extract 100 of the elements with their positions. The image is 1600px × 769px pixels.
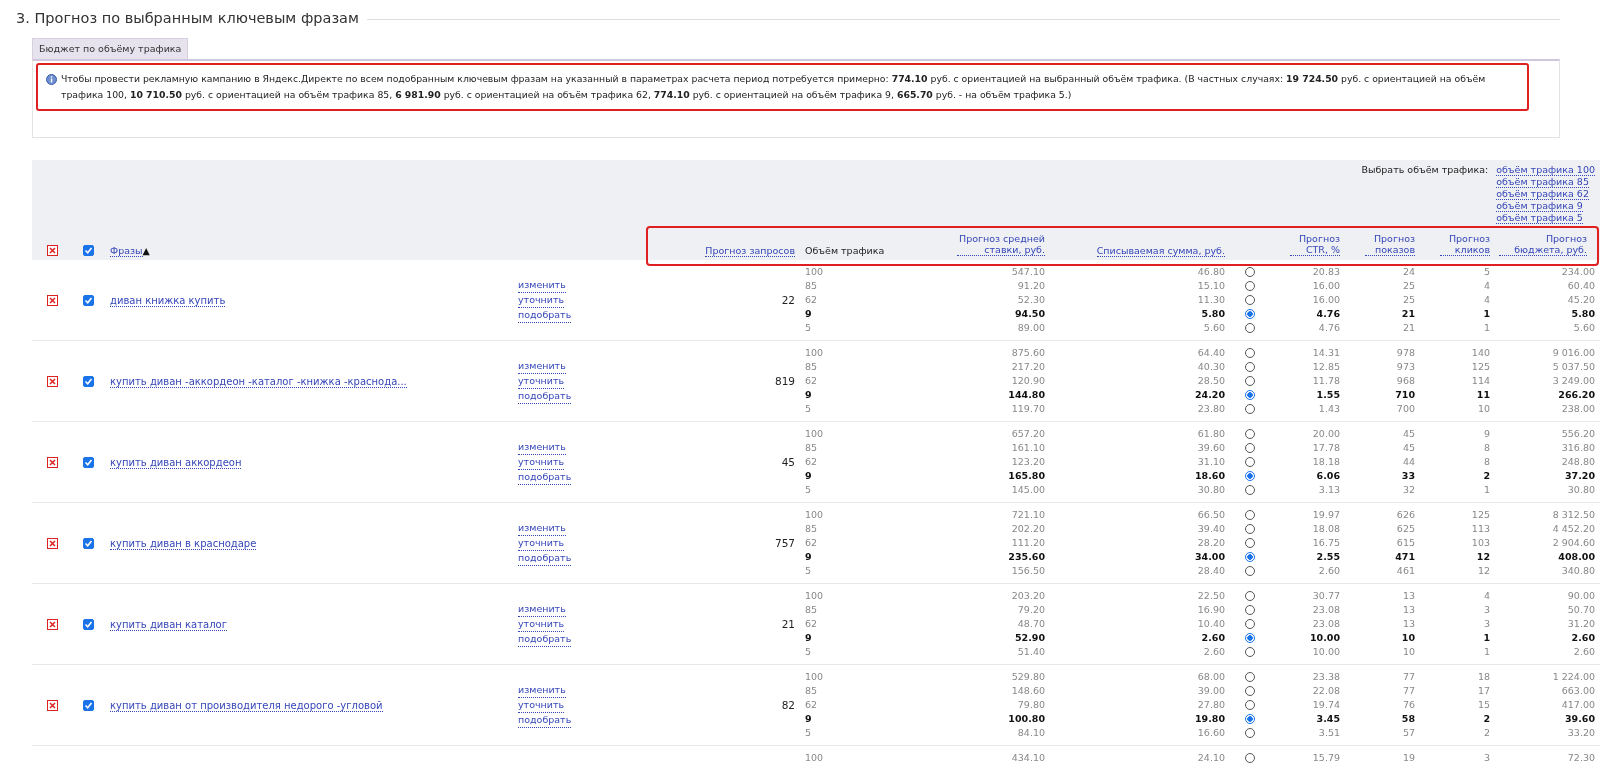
action-link[interactable]: уточнить: [518, 697, 565, 713]
charge-value: 5.80: [1200, 307, 1225, 321]
checkbox[interactable]: [82, 294, 94, 306]
radio-button[interactable]: [1245, 605, 1255, 615]
radio-button[interactable]: [1245, 672, 1255, 682]
phrase-link[interactable]: купить диван в краснодаре: [110, 537, 257, 550]
traffic-option-link[interactable]: объём трафика 85: [1496, 176, 1589, 188]
column-heading-link[interactable]: Прогноз средней ставки, руб.: [957, 233, 1045, 256]
action-link[interactable]: уточнить: [518, 292, 565, 308]
phrase-link[interactable]: купить диван каталог: [110, 618, 227, 631]
radio-button[interactable]: [1245, 552, 1255, 562]
ctr-value: 16.00: [1311, 293, 1340, 307]
shows-value: 32: [1401, 483, 1415, 497]
action-link[interactable]: подобрать: [518, 712, 572, 728]
shows-value: 471: [1394, 550, 1415, 564]
action-link[interactable]: изменить: [518, 682, 566, 698]
radio-button[interactable]: [1245, 619, 1255, 629]
delete-icon[interactable]: [46, 245, 58, 256]
phrase-link[interactable]: диван книжка купить: [110, 294, 226, 307]
checkbox[interactable]: [82, 375, 94, 387]
radio-button[interactable]: [1245, 700, 1255, 710]
bid-value: 84.10: [1016, 726, 1045, 740]
phrase-link[interactable]: купить диван -аккордеон -каталог -книжка -краснода...: [110, 375, 407, 388]
delete-icon[interactable]: [46, 375, 58, 387]
radio-button[interactable]: [1245, 471, 1255, 481]
action-link[interactable]: подобрать: [518, 388, 572, 404]
radio-button[interactable]: [1245, 753, 1255, 763]
checkbox[interactable]: [82, 245, 94, 256]
radio-button[interactable]: [1245, 323, 1255, 333]
radio-button[interactable]: [1245, 510, 1255, 520]
checkbox[interactable]: [82, 699, 94, 711]
radio-button[interactable]: [1245, 295, 1255, 305]
action-link[interactable]: подобрать: [518, 550, 572, 566]
radio-button[interactable]: [1245, 647, 1255, 657]
radio-button[interactable]: [1245, 728, 1255, 738]
radio-button[interactable]: [1245, 267, 1255, 277]
radio-button[interactable]: [1245, 376, 1255, 386]
phrases-column-link[interactable]: Фразы: [110, 245, 143, 257]
action-link[interactable]: изменить: [518, 520, 566, 536]
delete-icon[interactable]: [46, 537, 58, 549]
traffic-option-link[interactable]: объём трафика 62: [1496, 188, 1589, 200]
action-link[interactable]: изменить: [518, 358, 566, 374]
delete-icon[interactable]: [46, 456, 58, 468]
radio-button[interactable]: [1245, 362, 1255, 372]
radio-button[interactable]: [1245, 686, 1255, 696]
action-link[interactable]: подобрать: [518, 307, 572, 323]
delete-icon[interactable]: [46, 699, 58, 711]
column-heading-link[interactable]: Списываемая сумма, руб.: [1096, 245, 1225, 257]
section-title: 3. Прогноз по выбранным ключевым фразам: [16, 10, 359, 26]
column-heading-link[interactable]: Прогноз CTR, %: [1290, 233, 1340, 256]
budget-value: 39.60: [1563, 712, 1595, 726]
radio-button[interactable]: [1245, 390, 1255, 400]
radio-button[interactable]: [1245, 457, 1255, 467]
radio-button[interactable]: [1245, 485, 1255, 495]
radio-button[interactable]: [1245, 429, 1255, 439]
checkbox[interactable]: [82, 456, 94, 468]
charge-value: 5.60: [1202, 321, 1225, 335]
clicks-value: 11: [1475, 388, 1490, 402]
bid-value: 144.80: [1007, 388, 1045, 402]
delete-icon[interactable]: [46, 618, 58, 630]
action-link[interactable]: уточнить: [518, 616, 565, 632]
radio-button[interactable]: [1245, 538, 1255, 548]
traffic-value: 62: [804, 293, 819, 307]
delete-icon[interactable]: [46, 294, 58, 306]
charge-value: 64.40: [1196, 346, 1225, 360]
traffic-option-link[interactable]: объём трафика 9: [1496, 200, 1583, 212]
info-text: Чтобы провести рекламную кампанию в Яндекс.Директе по всем подобранным ключевым фразам на указанный в параметрах расчета период потребуется примерно: 774.10 руб. с ориентацией на выбранный объём трафика. (В частных случаях: 19 724.50 руб. с ориентацией на объём трафика 100, 10 710.50 руб. с ориентацией на объём трафика 85, 6 981.90 руб. с ориентацией на объём трафика 62, 774.10 руб. с ориентацией на объём трафика 9, 665.70 руб. - на объём трафика 5.): [61, 72, 1487, 102]
column-heading-link[interactable]: Прогноз бюджета, руб.: [1499, 233, 1587, 256]
action-link[interactable]: уточнить: [518, 535, 565, 551]
action-link[interactable]: изменить: [518, 277, 566, 293]
radio-button[interactable]: [1245, 348, 1255, 358]
radio-button[interactable]: [1245, 591, 1255, 601]
radio-button[interactable]: [1245, 633, 1255, 643]
action-link[interactable]: изменить: [518, 601, 566, 617]
tab[interactable]: Бюджет по объёму трафика: [32, 38, 189, 59]
radio-button[interactable]: [1245, 309, 1255, 319]
action-link[interactable]: подобрать: [518, 631, 572, 647]
ctr-value: 3.51: [1317, 726, 1340, 740]
column-heading-link[interactable]: Прогноз запросов: [705, 245, 795, 257]
ctr-value: 3.45: [1315, 712, 1340, 726]
column-heading-link[interactable]: Прогноз показов: [1365, 233, 1415, 256]
checkbox[interactable]: [82, 537, 94, 549]
radio-button[interactable]: [1245, 524, 1255, 534]
phrase-link[interactable]: купить диван от производителя недорого -угловой: [110, 699, 383, 712]
action-link[interactable]: подобрать: [518, 469, 572, 485]
action-link[interactable]: уточнить: [518, 454, 565, 470]
checkbox[interactable]: [82, 618, 94, 630]
phrase-link[interactable]: купить диван аккордеон: [110, 456, 242, 469]
traffic-option-link[interactable]: объём трафика 5: [1496, 212, 1583, 224]
action-link[interactable]: изменить: [518, 439, 566, 455]
ctr-value: 16.00: [1311, 279, 1340, 293]
radio-button[interactable]: [1245, 566, 1255, 576]
column-heading-link[interactable]: Прогноз кликов: [1440, 233, 1490, 256]
charge-value: 34.00: [1193, 550, 1225, 564]
action-link[interactable]: уточнить: [518, 373, 565, 389]
radio-button[interactable]: [1245, 404, 1255, 414]
radio-button[interactable]: [1245, 714, 1255, 724]
radio-button[interactable]: [1245, 281, 1255, 291]
traffic-option-link[interactable]: объём трафика 100: [1496, 164, 1595, 176]
radio-button[interactable]: [1245, 443, 1255, 453]
